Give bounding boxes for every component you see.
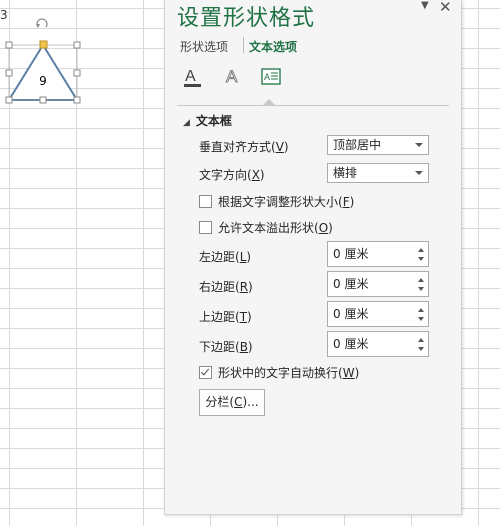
spin-down-icon[interactable] [418,347,424,351]
triangle-shape[interactable] [0,0,160,110]
bottom-margin-value: 0 厘米 [333,337,369,351]
vertical-align-label: 垂直对齐方式(V) [199,140,289,154]
textbox-icon[interactable]: A [259,64,285,90]
text-direction-value: 横排 [333,166,358,180]
spin-down-icon[interactable] [418,287,424,291]
section-title: 文本框 [195,114,232,128]
tab-text-options[interactable]: 文本选项 [249,38,297,55]
spin-up-icon[interactable] [418,278,424,282]
svg-text:A: A [264,72,270,82]
top-margin-value: 0 厘米 [333,307,369,321]
tab-shape-options[interactable]: 形状选项 [180,38,228,55]
svg-text:A: A [185,68,196,85]
checkbox-box[interactable] [199,221,212,234]
adjust-handle-icon[interactable] [39,40,48,49]
left-margin-input[interactable]: 0 厘米 [327,241,429,267]
checkbox-box[interactable] [199,366,212,379]
left-margin-label: 左边距(L) [199,250,252,264]
triangle-body [7,43,79,101]
spin-up-icon[interactable] [418,308,424,312]
text-direction-dropdown[interactable]: 横排 [327,163,429,183]
rotate-handle-icon[interactable] [36,18,48,28]
format-shape-pane: 设置形状格式 ▼ ✕ 形状选项 文本选项 A A A ◢ 文本框 垂直对齐方式(V… [164,0,462,515]
pane-title: 设置形状格式 [177,6,316,31]
shape-text[interactable]: 9 [37,74,49,88]
chevron-down-icon [415,171,423,175]
spin-down-icon[interactable] [418,257,424,261]
columns-button[interactable]: 分栏(C)... [199,389,265,416]
right-margin-label: 右边距(R) [199,280,253,294]
right-margin-value: 0 厘米 [333,277,369,291]
dropdown-arrow-icon[interactable]: ▼ [421,0,429,11]
resize-shape-checkbox[interactable]: 根据文字调整形状大小(F) [199,193,354,210]
left-margin-value: 0 厘米 [333,247,369,261]
spin-up-icon[interactable] [418,248,424,252]
chevron-down-icon [415,143,423,147]
spin-down-icon[interactable] [418,317,424,321]
vertical-align-dropdown[interactable]: 顶部居中 [327,135,429,155]
vertical-align-value: 顶部居中 [333,138,382,152]
tab-separator [243,37,244,53]
allow-overflow-checkbox[interactable]: 允许文本溢出形状(O) [199,219,333,236]
collapse-arrow-icon: ◢ [183,118,190,128]
section-textbox-header[interactable]: ◢ 文本框 [183,112,232,129]
top-margin-label: 上边距(T) [199,310,252,324]
wrap-text-checkbox[interactable]: 形状中的文字自动换行(W) [199,364,359,381]
right-margin-input[interactable]: 0 厘米 [327,271,429,297]
text-outline-icon[interactable]: A [221,64,247,90]
text-fill-icon[interactable]: A [181,64,207,90]
svg-text:A: A [226,67,238,86]
top-margin-input[interactable]: 0 厘米 [327,301,429,327]
spin-up-icon[interactable] [418,338,424,342]
bottom-margin-input[interactable]: 0 厘米 [327,331,429,357]
bottom-margin-label: 下边距(B) [199,340,253,354]
text-direction-label: 文字方向(X) [199,168,265,182]
close-icon[interactable]: ✕ [439,0,452,16]
checkbox-box[interactable] [199,195,212,208]
divider [177,105,449,106]
